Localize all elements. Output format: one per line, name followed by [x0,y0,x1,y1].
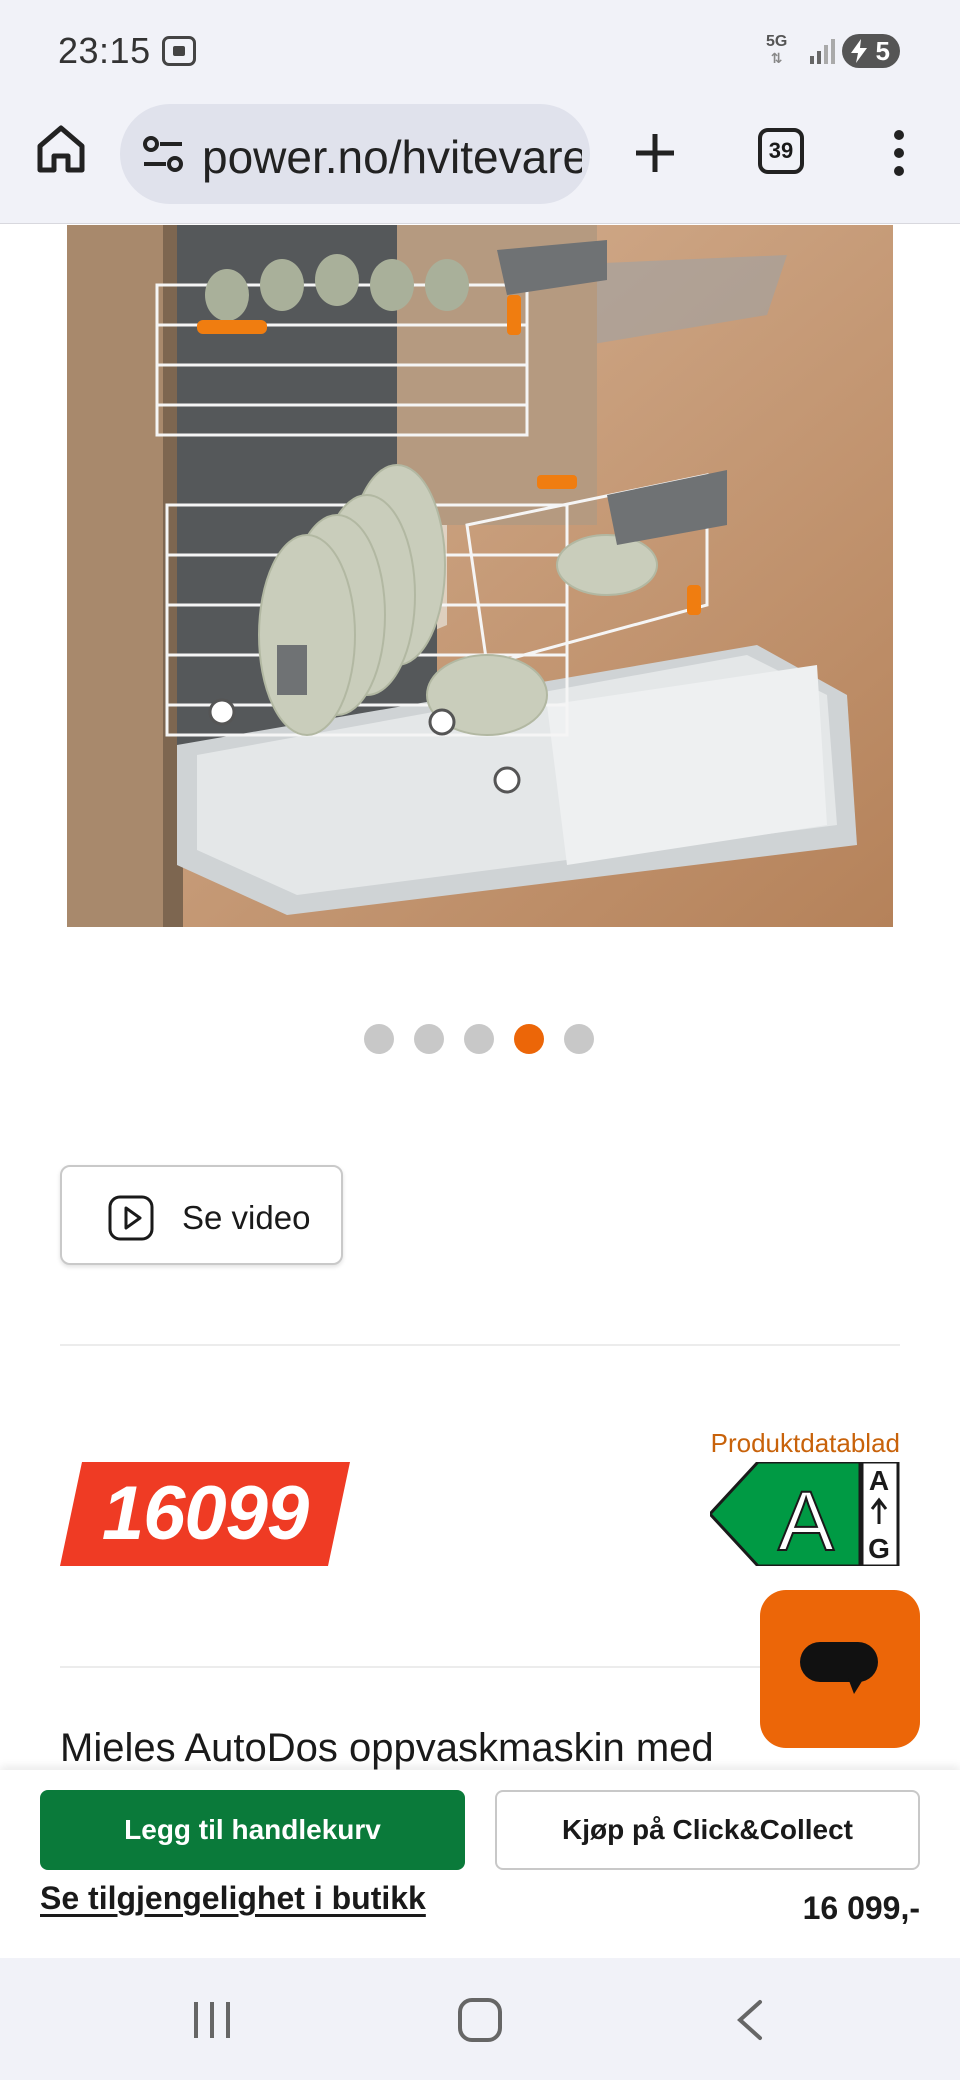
see-video-button[interactable]: Se video [60,1165,343,1265]
carousel-dot[interactable] [414,1024,444,1054]
carousel-indicator [364,1024,604,1056]
price-amount: 16099 [101,1471,309,1556]
carousel-dot[interactable] [364,1024,394,1054]
carousel-dot[interactable] [464,1024,494,1054]
product-datasheet-link[interactable]: Produktdatablad [690,1428,900,1459]
energy-scale-bottom: G [868,1533,890,1564]
see-video-label: Se video [182,1199,311,1236]
address-bar[interactable]: power.no/hvitevarer [120,104,590,204]
recent-apps-icon[interactable] [190,2000,234,2040]
status-bar: 23:15 5G ⇅ 5 [0,0,960,100]
tab-switcher-button[interactable]: 39 [758,128,804,174]
status-time: 23:15 [58,30,151,71]
battery-icon: 5 [842,34,900,68]
network-type-icon: 5G ⇅ [766,33,788,67]
energy-scale-top: A [869,1465,889,1496]
new-tab-icon[interactable] [630,128,680,178]
network-type-label: 5G [766,33,788,50]
divider [60,1344,900,1346]
play-icon [108,1195,154,1241]
chat-bubble-icon [800,1642,878,1694]
add-to-cart-button[interactable]: Legg til handlekurv [40,1790,465,1870]
energy-class: A [778,1474,834,1566]
charging-icon [851,39,867,63]
browser-toolbar: power.no/hvitevarer 39 [0,100,960,224]
home-icon[interactable] [34,122,88,176]
url-text[interactable]: power.no/hvitevarer [202,130,582,184]
battery-level: 5 [875,36,890,66]
click-collect-button[interactable]: Kjøp på Click&Collect [495,1790,920,1870]
site-settings-icon[interactable] [142,134,184,174]
energy-label[interactable]: A A G [710,1462,900,1566]
store-availability-link[interactable]: Se tilgjengelighet i butikk [40,1880,426,1917]
product-image[interactable] [67,225,893,927]
carousel-dot-active[interactable] [514,1024,544,1054]
system-nav-bar [0,1958,960,2080]
carousel-dot[interactable] [564,1024,594,1054]
chat-button[interactable] [760,1590,920,1748]
screenshot-icon [162,36,196,66]
home-nav-icon[interactable] [458,1998,502,2042]
back-icon[interactable] [730,1998,770,2042]
more-options-icon[interactable] [884,128,914,178]
signal-icon [810,39,835,64]
purchase-panel: Legg til handlekurv Kjøp på Click&Collec… [0,1770,960,1958]
bottom-price: 16 099,- [802,1890,920,1926]
